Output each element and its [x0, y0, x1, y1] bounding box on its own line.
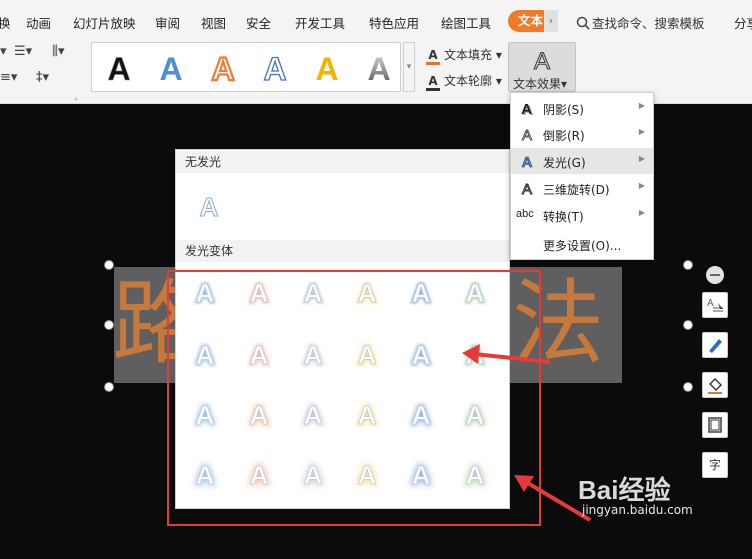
annotation-arrow-upper: [473, 352, 551, 364]
baidu-logo: Bai经验: [578, 475, 671, 505]
watermark-url: jingyan.baidu.com: [582, 503, 693, 517]
